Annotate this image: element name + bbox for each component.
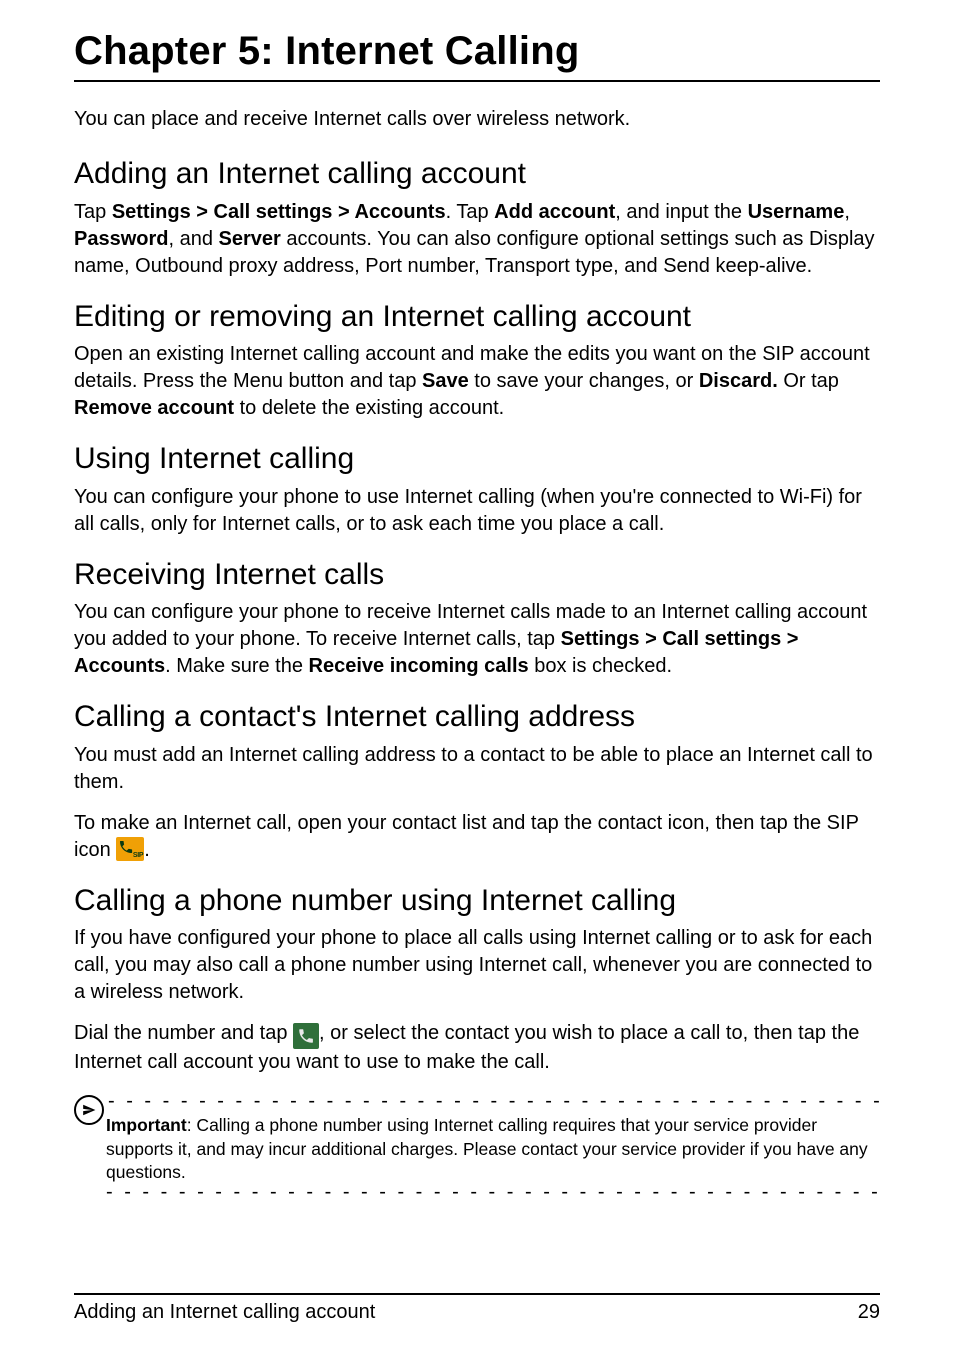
t: to save your changes, or [469,370,699,392]
t: To make an Internet call, open your cont… [74,812,859,861]
intro-text: You can place and receive Internet calls… [74,106,880,133]
t: Discard. [699,370,778,392]
t: , [844,201,850,223]
t: , and [168,228,218,250]
para-calling-contact-1: You must add an Internet calling address… [74,742,880,796]
heading-adding: Adding an Internet calling account [74,155,880,193]
call-icon [293,1023,319,1049]
important-note: - - - - - - - - - - - - - - - - - - - - … [74,1096,880,1203]
spacer [74,1203,880,1293]
t: , and input the [615,201,747,223]
para-editing: Open an existing Internet calling accoun… [74,341,880,422]
note-text: Important: Calling a phone number using … [106,1114,880,1185]
para-calling-contact-2: To make an Internet call, open your cont… [74,810,880,864]
t: box is checked. [529,655,672,677]
sip-icon: SIP [116,837,144,861]
t: Or tap [778,370,839,392]
t: . Tap [446,201,495,223]
t: Receive incoming calls [309,655,529,677]
heading-receiving: Receiving Internet calls [74,556,880,594]
chapter-rule [74,80,880,82]
footer-page-number: 29 [858,1301,880,1324]
chapter-title: Chapter 5: Internet Calling [74,28,880,74]
para-calling-number-1: If you have configured your phone to pla… [74,925,880,1006]
footer: Adding an Internet calling account 29 [74,1301,880,1324]
page: Chapter 5: Internet Calling You can plac… [0,0,954,1352]
t: . Make sure the [165,655,308,677]
note-body: : Calling a phone number using Internet … [106,1115,868,1182]
t: to delete the existing account. [234,397,504,419]
heading-using: Using Internet calling [74,440,880,478]
dash-rule-bottom: - - - - - - - - - - - - - - - - - - - - … [106,1187,880,1203]
sip-label: SIP [133,851,143,860]
t: Server [219,228,281,250]
t: Add account [494,201,615,223]
heading-calling-number: Calling a phone number using Internet ca… [74,882,880,920]
dash-rule-top: - - - - - - - - - - - - - - - - - - - - … [108,1096,880,1112]
t: Username [748,201,845,223]
t: Tap [74,201,112,223]
t: . [144,839,150,861]
note-label: Important [106,1115,187,1135]
footer-left: Adding an Internet calling account [74,1301,375,1324]
t: Password [74,228,168,250]
t: Remove account [74,397,234,419]
t: Dial the number and tap [74,1022,293,1044]
footer-rule [74,1293,880,1295]
heading-calling-contact: Calling a contact's Internet calling add… [74,698,880,736]
t: Settings > Call settings > Accounts [112,201,446,223]
heading-editing: Editing or removing an Internet calling … [74,298,880,336]
para-adding: Tap Settings > Call settings > Accounts.… [74,199,880,280]
t: Save [422,370,469,392]
para-receiving: You can configure your phone to receive … [74,599,880,680]
para-using: You can configure your phone to use Inte… [74,484,880,538]
para-calling-number-2: Dial the number and tap , or select the … [74,1020,880,1076]
important-icon [74,1095,104,1125]
